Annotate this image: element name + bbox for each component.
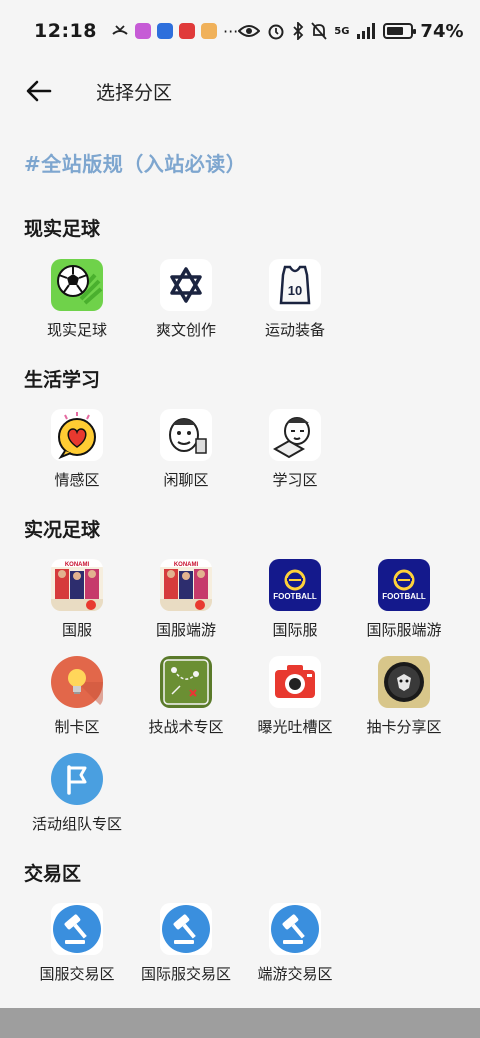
- konami-cn-icon: KONAMI: [51, 559, 103, 611]
- lightbulb-icon: [51, 656, 103, 708]
- battery-percent: 74%: [420, 20, 464, 42]
- meme-face-icon: [160, 409, 212, 461]
- battery-icon: [383, 23, 417, 39]
- header: 选择分区: [0, 62, 480, 120]
- tile-cn-server[interactable]: KONAMI 国服: [22, 559, 132, 645]
- tile-label: 技战术专区: [148, 718, 224, 736]
- svg-text:FOOTBALL: FOOTBALL: [382, 592, 426, 601]
- svg-text:10: 10: [288, 283, 302, 298]
- bottom-scroll-overlay: [0, 1008, 480, 1038]
- heart-chat-icon: [51, 409, 103, 461]
- tile-global-pc[interactable]: FOOTBALL 国际服端游: [349, 559, 459, 645]
- tile-label: 国服交易区: [39, 965, 115, 983]
- tile-cn-pc[interactable]: KONAMI 国服端游: [131, 559, 241, 645]
- tile-label: 国服端游: [155, 621, 216, 639]
- tile-label: 活动组队专区: [31, 815, 122, 833]
- rules-link[interactable]: #全站版规（入站必读）: [24, 148, 246, 177]
- section-title-trading: 交易区: [24, 863, 82, 885]
- tile-exposure[interactable]: 曝光吐槽区: [240, 656, 350, 742]
- app-notification-icon: [156, 23, 173, 39]
- efootball-icon: FOOTBALL: [269, 559, 321, 611]
- eye-icon: [238, 25, 261, 37]
- camera-icon: [269, 656, 321, 708]
- bluetooth-icon: [293, 22, 304, 40]
- tile-label: 国服: [61, 621, 92, 639]
- tile-chat[interactable]: 闲聊区: [131, 409, 241, 495]
- tile-fiction[interactable]: 爽文创作: [131, 259, 241, 345]
- tile-label: 制卡区: [54, 718, 100, 736]
- gavel-icon: [160, 903, 212, 955]
- app-notification-icon: [178, 23, 195, 39]
- arrow-left-icon: [26, 80, 52, 102]
- gavel-icon: [269, 903, 321, 955]
- tile-pc-trade[interactable]: 端游交易区: [240, 903, 350, 989]
- tile-cn-trade[interactable]: 国服交易区: [22, 903, 132, 989]
- tile-label: 闲聊区: [163, 471, 209, 489]
- jersey-10-icon: 10: [269, 259, 321, 311]
- tile-label: 端游交易区: [257, 965, 333, 983]
- tile-tactics[interactable]: 技战术专区: [131, 656, 241, 742]
- tile-study[interactable]: 学习区: [240, 409, 350, 495]
- reading-meme-icon: [269, 409, 321, 461]
- tile-card-making[interactable]: 制卡区: [22, 656, 132, 742]
- tile-global-trade[interactable]: 国际服交易区: [131, 903, 241, 989]
- tile-label: 爽文创作: [155, 321, 216, 339]
- tile-pack-share[interactable]: 抽卡分享区: [349, 656, 459, 742]
- app-notification-icon: [134, 23, 151, 39]
- tile-label: 国际服交易区: [140, 965, 231, 983]
- signal-icon: [357, 23, 376, 39]
- svg-text:KONAMI: KONAMI: [65, 562, 90, 568]
- tile-emotion[interactable]: 情感区: [22, 409, 132, 495]
- alarm-icon: [268, 24, 284, 40]
- tile-label: 运动装备: [264, 321, 325, 339]
- svg-text:KONAMI: KONAMI: [174, 562, 199, 568]
- tile-label: 情感区: [54, 471, 100, 489]
- tile-real-football[interactable]: 现实足球: [22, 259, 132, 345]
- svg-text:FOOTBALL: FOOTBALL: [273, 592, 317, 601]
- tile-label: 国际服端游: [366, 621, 442, 639]
- tile-label: 国际服: [272, 621, 318, 639]
- tactics-board-icon: [160, 656, 212, 708]
- tile-label: 学习区: [272, 471, 318, 489]
- efootball-pc-icon: FOOTBALL: [378, 559, 430, 611]
- status-left: 12:18 ···: [34, 20, 238, 42]
- section-title-life-study: 生活学习: [24, 369, 101, 391]
- tile-sports-gear[interactable]: 10 运动装备: [240, 259, 350, 345]
- section-title-efootball: 实况足球: [24, 519, 101, 541]
- page-title: 选择分区: [96, 81, 173, 104]
- weather-notification-icon: [200, 23, 217, 39]
- back-button[interactable]: [14, 66, 64, 116]
- konami-cn-pc-icon: KONAMI: [160, 559, 212, 611]
- more-notifications-icon: ···: [222, 21, 239, 41]
- status-time: 12:18: [34, 20, 97, 42]
- missed-call-icon: [112, 25, 128, 35]
- soccer-ball-icon: [51, 259, 103, 311]
- tile-label: 现实足球: [46, 321, 107, 339]
- gavel-icon: [51, 903, 103, 955]
- flag-icon: [51, 753, 103, 805]
- tile-label: 抽卡分享区: [366, 718, 442, 736]
- battery-fill: [387, 27, 404, 35]
- tile-label: 曝光吐槽区: [257, 718, 333, 736]
- mute-icon: [311, 22, 327, 40]
- star-of-david-icon: [160, 259, 212, 311]
- section-title-real-football: 现实足球: [24, 218, 101, 240]
- status-right: 5G 74%: [238, 20, 464, 42]
- tile-global-server[interactable]: FOOTBALL 国际服: [240, 559, 350, 645]
- status-bar: 12:18 ··· 5G 74%: [0, 0, 480, 62]
- network-label: 5G: [334, 25, 350, 37]
- card-pack-icon: [378, 656, 430, 708]
- tile-events[interactable]: 活动组队专区: [22, 753, 132, 839]
